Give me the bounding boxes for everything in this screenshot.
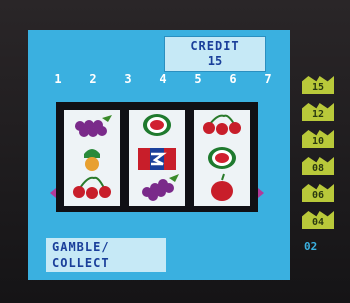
payline-6[interactable]: 6 [223, 72, 243, 86]
reel-1[interactable] [64, 110, 120, 206]
acorn-icon [84, 149, 100, 171]
left-pointer-icon [50, 188, 56, 198]
reel-2[interactable] [129, 110, 185, 206]
gamble-collect-button[interactable]: GAMBLE/ COLLECT [46, 238, 166, 272]
paytable-value: 08 [311, 163, 325, 174]
cherries-icon [73, 176, 111, 199]
gamble-label: GAMBLE/ [52, 240, 110, 254]
grapes-icon [142, 174, 179, 201]
paytable-crown: 08 [302, 157, 334, 175]
payline-3[interactable]: 3 [118, 72, 138, 86]
paytable-crown: 04 [302, 211, 334, 229]
paytable-value: 06 [311, 190, 325, 201]
cherries-icon [203, 114, 241, 135]
payline-2[interactable]: 2 [83, 72, 103, 86]
reel-window [50, 102, 264, 212]
paytable-value: 10 [311, 136, 325, 147]
paytable-crown: 12 [302, 103, 334, 121]
paytable-value: 15 [311, 82, 325, 93]
payline-4[interactable]: 4 [153, 72, 173, 86]
right-pointer-icon [258, 188, 264, 198]
credit-value: 15 [207, 54, 223, 68]
apple-icon [211, 173, 233, 201]
reel-3[interactable] [194, 110, 250, 206]
paytable-bottom-value: 02 [304, 240, 318, 253]
paytable-value: 04 [311, 217, 325, 228]
paytable-crown: 15 [302, 76, 334, 94]
paytable-crown: 10 [302, 130, 334, 148]
watermelon-icon [143, 114, 171, 136]
grapes-icon [75, 115, 112, 137]
payline-1[interactable]: 1 [48, 72, 68, 86]
watermelon-icon [208, 147, 236, 169]
payline-numbers: 1 2 3 4 5 6 7 [48, 72, 278, 86]
credit-label: CREDIT [190, 39, 240, 53]
payline-5[interactable]: 5 [188, 72, 208, 86]
collect-label: COLLECT [52, 256, 110, 270]
game-screen: CREDIT 15 1 2 3 4 5 6 7 GAMBLE/ COLLECT [28, 30, 290, 280]
credit-display: CREDIT 15 [164, 36, 266, 72]
s-bar-icon [138, 148, 176, 170]
paytable: 15 12 10 08 06 04 [302, 76, 334, 238]
payline-7[interactable]: 7 [258, 72, 278, 86]
paytable-crown: 06 [302, 184, 334, 202]
paytable-value: 12 [311, 109, 325, 120]
